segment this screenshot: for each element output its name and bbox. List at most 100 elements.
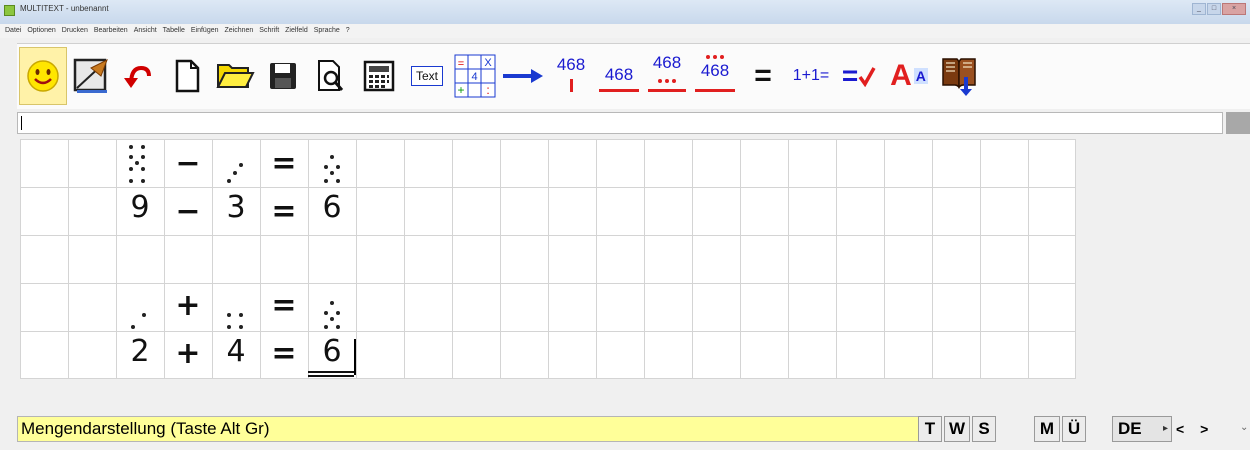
eq1-result: 6 (322, 190, 342, 225)
equals-label: = (754, 59, 772, 92)
menu-zeichnen[interactable]: Zeichnen (225, 24, 254, 38)
status-message: Mengendarstellung (Taste Alt Gr) (17, 416, 924, 442)
menu-sprache[interactable]: Sprache (314, 24, 340, 38)
scroll-down-icon: ⌄ (1240, 422, 1249, 433)
eq2-result: 6 (322, 334, 342, 369)
eq2-operand-b: 4 (226, 334, 246, 369)
title-bar: MULTITEXT - unbenannt _ □ × (0, 0, 1250, 24)
equals-button[interactable]: = (739, 47, 787, 105)
result-double-underline (308, 371, 354, 373)
menu-help[interactable]: ? (346, 24, 350, 38)
check-result-button[interactable]: = (835, 47, 883, 105)
text-box-label: Text (410, 66, 443, 86)
eq2-dots-equals: = (271, 288, 297, 323)
arrow-button[interactable] (499, 47, 547, 105)
formula-cursor (21, 116, 22, 130)
dots-below-number-button[interactable]: 468 (643, 47, 691, 105)
result-double-underline (308, 375, 354, 377)
key-ue-button[interactable]: Ü (1062, 416, 1086, 442)
dots-two (116, 287, 164, 331)
toolbar: Text = X 4 + : 468 468 468 468 = 1+1= = … (17, 43, 1250, 109)
menu-drucken[interactable]: Drucken (62, 24, 88, 38)
font-small-label: A (913, 68, 928, 84)
new-file-button[interactable] (163, 47, 211, 105)
close-button[interactable]: × (1222, 3, 1246, 15)
app-window: MULTITEXT - unbenannt _ □ × Datei Option… (0, 0, 1250, 450)
eq2-operator: + (175, 336, 201, 371)
dots-four (212, 287, 260, 331)
menu-optionen[interactable]: Optionen (27, 24, 55, 38)
svg-text:X: X (484, 57, 492, 69)
save-button[interactable] (259, 47, 307, 105)
text-box-button[interactable]: Text (403, 47, 451, 105)
eq1-dots-equals: = (271, 146, 297, 181)
print-preview-icon (318, 60, 344, 91)
eq2-operand-a: 2 (130, 334, 150, 369)
key-t-button[interactable]: T (918, 416, 942, 442)
menu-ansicht[interactable]: Ansicht (134, 24, 157, 38)
open-file-button[interactable] (211, 47, 259, 105)
calculator-button[interactable] (355, 47, 403, 105)
menu-datei[interactable]: Datei (5, 24, 21, 38)
drawing-board-icon (73, 58, 108, 93)
underline-number-button[interactable]: 468 (595, 47, 643, 105)
menu-zielfeld[interactable]: Zielfeld (285, 24, 308, 38)
nav-arrows[interactable]: < > (1176, 416, 1214, 442)
key-w-button[interactable]: W (944, 416, 970, 442)
exercise-button[interactable]: 1+1= (787, 47, 835, 105)
number-468-label: 468 (556, 55, 586, 74)
eq1-dots-minus: − (175, 146, 201, 181)
eq1-equals: = (271, 194, 297, 229)
menu-bar: Datei Optionen Drucken Bearbeiten Ansich… (0, 24, 1250, 38)
dots-nine (116, 143, 164, 187)
smiley-icon (27, 60, 59, 92)
arithmetic-grid-button[interactable]: = X 4 + : (451, 47, 499, 105)
folder-open-icon (216, 64, 255, 88)
worksheet-grid[interactable]: − = 9 − 3 = 6 + = 2 + 4 = 6 (20, 139, 1076, 379)
key-m-button[interactable]: M (1034, 416, 1060, 442)
text-cursor (354, 339, 356, 375)
number-468-label: 468 (604, 65, 634, 84)
language-select[interactable]: DE ▸ (1112, 416, 1172, 442)
check-equals-label: = (841, 60, 859, 91)
app-icon (4, 5, 15, 16)
save-icon (270, 63, 296, 89)
dots-three (212, 143, 260, 187)
exercise-label: 1+1= (792, 67, 830, 84)
red-marker-icon (570, 79, 573, 92)
calculator-icon (363, 60, 395, 92)
print-preview-button[interactable] (307, 47, 355, 105)
dots-six (308, 287, 356, 331)
formula-input[interactable] (17, 112, 1223, 134)
red-underline-icon (695, 89, 735, 92)
menu-einfuegen[interactable]: Einfügen (191, 24, 219, 38)
window-title: MULTITEXT - unbenannt (20, 4, 109, 13)
book-icon (942, 58, 976, 96)
dots-six (308, 143, 356, 187)
maximize-button[interactable]: □ (1207, 3, 1221, 15)
svg-text::: : (486, 83, 489, 97)
svg-text:4: 4 (471, 71, 477, 83)
eq2-dots-plus: + (175, 288, 201, 323)
geometry-tool-button[interactable] (67, 47, 115, 105)
book-button[interactable] (935, 47, 983, 105)
number-468-label: 468 (652, 53, 682, 72)
checkmark-icon (858, 67, 876, 87)
menu-schrift[interactable]: Schrift (259, 24, 279, 38)
smiley-button[interactable] (19, 47, 67, 105)
key-s-button[interactable]: S (972, 416, 996, 442)
undo-button[interactable] (115, 47, 163, 105)
toolbar-scroll-handle[interactable] (1226, 112, 1250, 134)
dots-above-number-button[interactable]: 468 (691, 47, 739, 105)
dots-above-icon (706, 55, 724, 59)
place-value-marker-button[interactable]: 468 (547, 47, 595, 105)
menu-bearbeiten[interactable]: Bearbeiten (94, 24, 128, 38)
font-size-button[interactable]: A A (883, 47, 935, 105)
arithmetic-grid-icon: = X 4 + : (454, 54, 496, 98)
undo-icon (124, 65, 151, 88)
window-controls: _ □ × (1192, 3, 1246, 17)
eq1-operand-b: 3 (226, 190, 246, 225)
minimize-button[interactable]: _ (1192, 3, 1206, 15)
svg-text:=: = (458, 58, 464, 70)
menu-tabelle[interactable]: Tabelle (163, 24, 185, 38)
